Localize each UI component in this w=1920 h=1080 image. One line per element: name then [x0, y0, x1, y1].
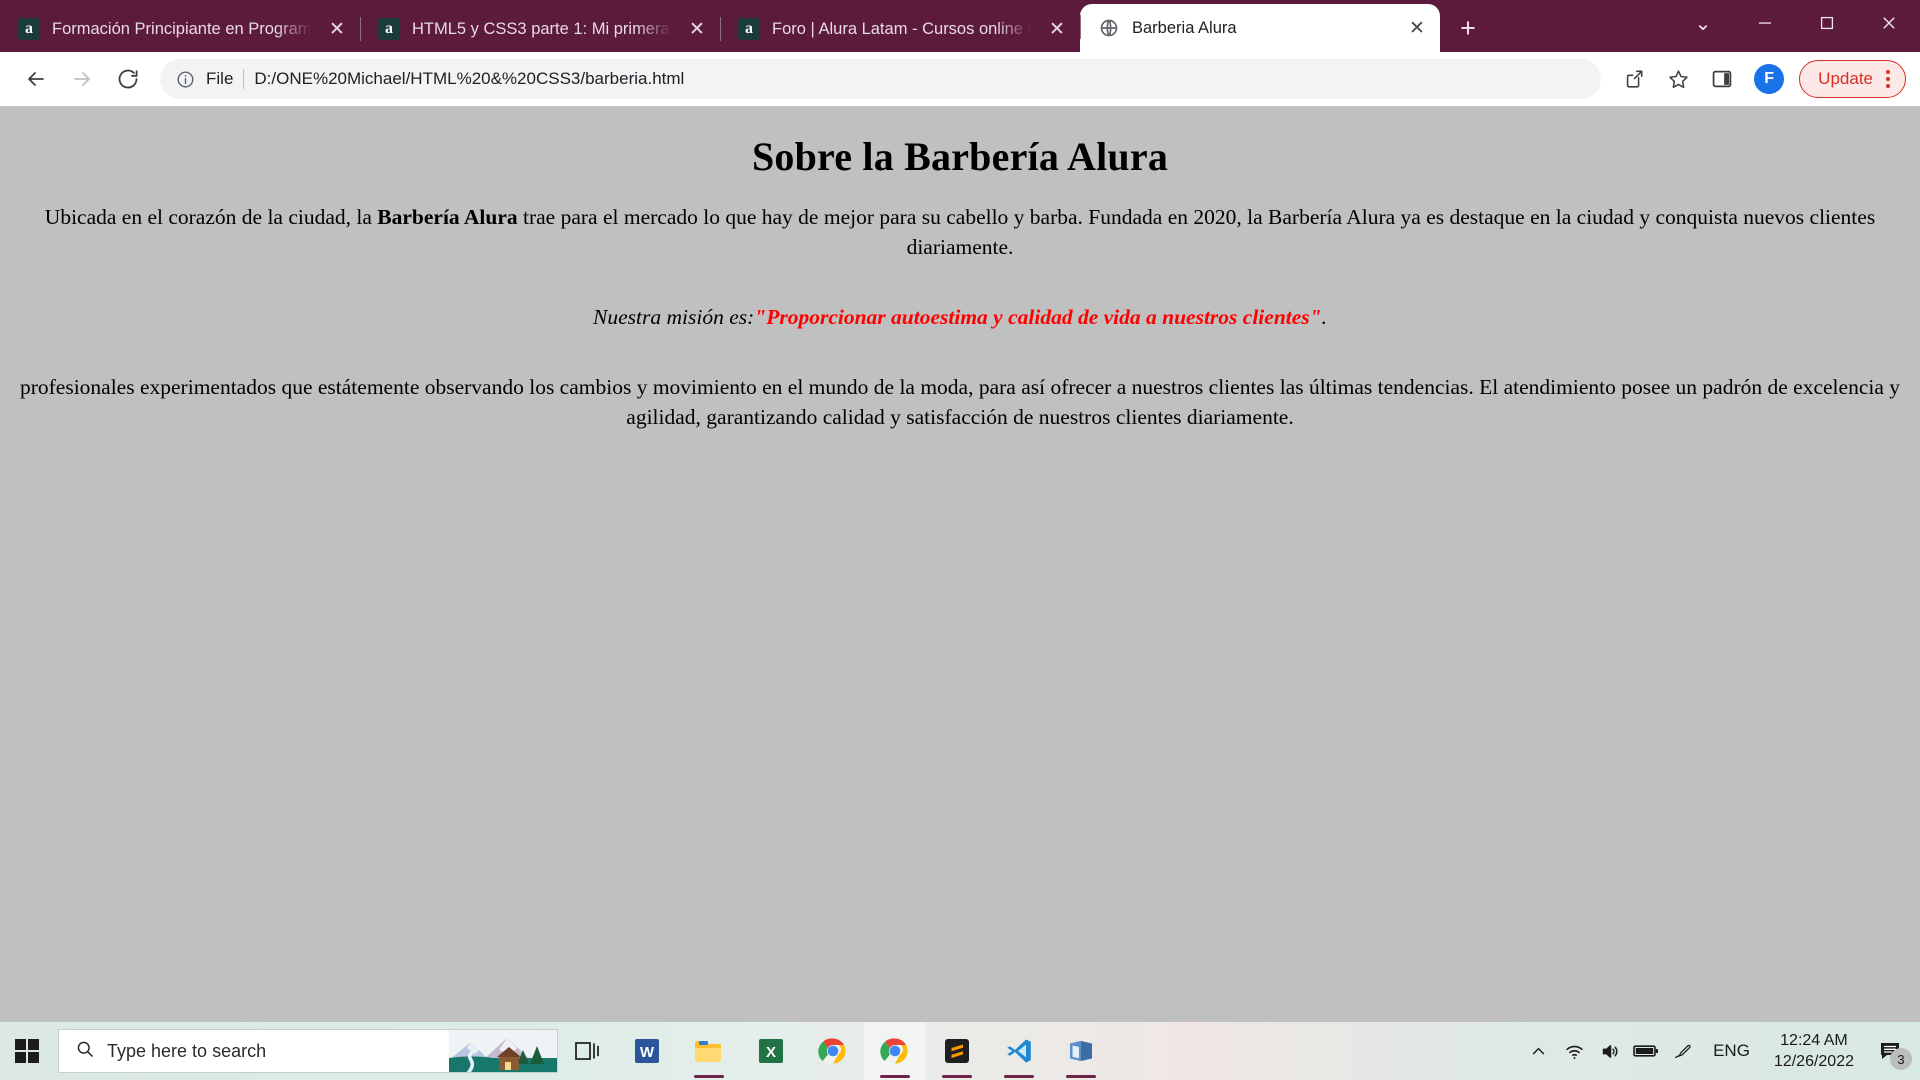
paragraph-professionals: profesionales experimentados que estátem… — [19, 375, 1901, 430]
address-bar[interactable]: File D:/ONE%20Michael/HTML%20&%20CSS3/ba… — [160, 59, 1602, 99]
browser-window: a Formación Principiante en Programación… — [0, 0, 1920, 1022]
browser-tab-2[interactable]: a HTML5 y CSS3 parte 1: Mi primera págin… — [360, 6, 720, 52]
maximize-button[interactable] — [1796, 0, 1858, 46]
task-view-icon[interactable] — [558, 1022, 616, 1080]
star-icon[interactable] — [1657, 58, 1699, 100]
system-tray: ENG 12:24 AM 12/26/2022 3 — [1521, 1022, 1920, 1080]
profile-avatar[interactable]: F — [1754, 64, 1785, 94]
wifi-icon[interactable] — [1557, 1022, 1591, 1080]
tab-title: Barberia Alura — [1132, 18, 1237, 37]
mission-lead: Nuestra misión es: — [593, 305, 755, 330]
sublime-text-icon[interactable] — [926, 1022, 988, 1080]
start-button[interactable] — [0, 1022, 54, 1080]
omnibox-divider — [243, 69, 245, 89]
browser-toolbar: File D:/ONE%20Michael/HTML%20&%20CSS3/ba… — [0, 52, 1920, 106]
paragraph-mission: Nuestra misión es:"Proporcionar autoesti… — [12, 302, 1908, 332]
update-button[interactable]: Update — [1799, 60, 1906, 98]
taskbar-app-list: W X — [616, 1022, 1112, 1080]
chrome-minimize-chevron-icon[interactable]: ⌄ — [1672, 0, 1734, 46]
chevron-up-icon[interactable] — [1521, 1022, 1555, 1080]
new-tab-button[interactable]: + — [1446, 6, 1490, 50]
speaker-icon[interactable] — [1593, 1022, 1627, 1080]
paragraph-about: Ubicada en el corazón de la ciudad, la B… — [12, 202, 1908, 262]
excel-icon[interactable]: X — [740, 1022, 802, 1080]
brand-name-bold: Barbería Alura — [377, 205, 518, 229]
minimize-button[interactable] — [1734, 0, 1796, 46]
url-scheme-label: File — [206, 69, 234, 88]
close-tab-icon[interactable]: ✕ — [324, 16, 350, 42]
search-illustration — [449, 1030, 557, 1072]
chrome-active-icon[interactable] — [864, 1022, 926, 1080]
page-viewport: Sobre la Barbería Alura Ubicada en el co… — [0, 106, 1920, 1022]
vscode-icon[interactable] — [988, 1022, 1050, 1080]
page-title: Sobre la Barbería Alura — [751, 134, 1169, 179]
clock-time: 12:24 AM — [1780, 1032, 1848, 1050]
chrome-icon[interactable] — [802, 1022, 864, 1080]
tab-strip: a Formación Principiante en Programación… — [0, 0, 1920, 52]
svg-text:W: W — [640, 1044, 655, 1061]
alura-a-icon: a — [18, 18, 40, 40]
tab-list: a Formación Principiante en Programación… — [0, 0, 1490, 52]
close-tab-icon[interactable]: ✕ — [684, 16, 710, 42]
mission-period: . — [1321, 305, 1327, 330]
pen-icon[interactable] — [1665, 1022, 1699, 1080]
site-info-icon[interactable] — [174, 68, 196, 90]
word-icon[interactable]: W — [616, 1022, 678, 1080]
notification-badge: 3 — [1890, 1048, 1912, 1070]
alura-a-icon: a — [738, 18, 760, 40]
share-icon[interactable] — [1613, 58, 1655, 100]
update-label: Update — [1818, 69, 1873, 88]
url-text[interactable]: D:/ONE%20Michael/HTML%20&%20CSS3/barberi… — [254, 69, 1587, 89]
close-tab-icon[interactable]: ✕ — [1044, 16, 1070, 42]
three-dots-icon[interactable] — [1879, 70, 1897, 88]
clock[interactable]: 12:24 AM 12/26/2022 — [1764, 1031, 1864, 1070]
globe-icon — [1098, 17, 1120, 39]
book-app-icon[interactable] — [1050, 1022, 1112, 1080]
forward-button[interactable] — [60, 57, 104, 101]
language-indicator[interactable]: ENG — [1701, 1041, 1762, 1061]
side-panel-icon[interactable] — [1701, 58, 1743, 100]
alura-a-icon: a — [378, 18, 400, 40]
search-placeholder-text: Type here to search — [107, 1040, 267, 1061]
tab-title: HTML5 y CSS3 parte 1: Mi primera página — [412, 19, 672, 38]
clock-date: 12/26/2022 — [1773, 1052, 1854, 1070]
close-tab-icon[interactable]: ✕ — [1404, 15, 1430, 41]
paragraph-about-part2: trae para el mercado lo que hay de mejor… — [517, 205, 1876, 260]
tab-title: Foro | Alura Latam - Cursos online de te… — [772, 19, 1032, 38]
mission-quote: "Proporcionar autoestima y calidad de vi… — [754, 305, 1322, 330]
search-icon — [75, 1039, 95, 1064]
paragraph-about-part1: Ubicada en el corazón de la ciudad, la — [44, 205, 378, 229]
window-controls: ⌄ — [1672, 0, 1920, 46]
browser-tab-1[interactable]: a Formación Principiante en Programación… — [0, 6, 360, 52]
browser-tab-4-active[interactable]: Barberia Alura ✕ — [1080, 4, 1440, 52]
browser-tab-3[interactable]: a Foro | Alura Latam - Cursos online de … — [720, 6, 1080, 52]
battery-icon[interactable] — [1629, 1022, 1663, 1080]
reload-button[interactable] — [106, 57, 150, 101]
tab-title: Formación Principiante en Programación — [52, 19, 312, 38]
notification-icon[interactable]: 3 — [1866, 1022, 1914, 1080]
windows-logo-icon — [15, 1039, 39, 1063]
windows-taskbar: Type here to search W X ENG 12:24 AM 12/… — [0, 1022, 1920, 1080]
back-button[interactable] — [14, 57, 58, 101]
close-window-button[interactable] — [1858, 0, 1920, 46]
svg-text:X: X — [766, 1044, 776, 1061]
file-explorer-icon[interactable] — [678, 1022, 740, 1080]
search-input[interactable]: Type here to search — [58, 1029, 558, 1073]
